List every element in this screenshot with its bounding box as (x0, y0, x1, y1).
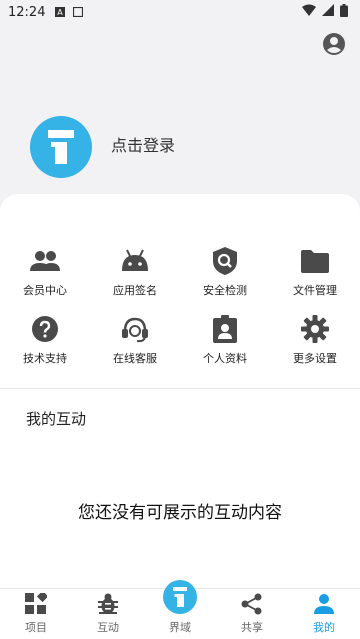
grid-item-label: 更多设置 (293, 352, 337, 365)
grid-item-profile[interactable]: 个人资料 (180, 314, 270, 382)
main-card: 会员中心 应用签名 安全检测 文件管理 技术支持 在线客服 个人资料 更多设置 … (0, 194, 360, 588)
avatar[interactable] (30, 116, 92, 178)
person-icon (312, 592, 336, 616)
info-icon (163, 580, 197, 614)
grid-item-security[interactable]: 安全检测 (180, 246, 270, 314)
section-title: 我的互动 (26, 410, 87, 428)
members-icon (30, 246, 60, 276)
nav-item-projects[interactable]: 项目 (0, 589, 72, 639)
grid-item-label: 应用签名 (113, 284, 157, 297)
info-icon (48, 130, 74, 164)
empty-state-message: 您还没有可展示的互动内容 (78, 503, 282, 523)
nav-item-share[interactable]: 共享 (216, 589, 288, 639)
folder-icon (300, 246, 330, 276)
grid-item-label: 会员中心 (23, 284, 67, 297)
status-time: 12:24 (8, 4, 46, 20)
nav-item-label: 互动 (97, 621, 119, 634)
grid-item-label: 文件管理 (293, 284, 337, 297)
grid-item-label: 技术支持 (23, 352, 67, 365)
divider (0, 388, 360, 389)
grid-item-members[interactable]: 会员中心 (0, 246, 90, 314)
battery-icon (340, 3, 348, 21)
notification-square-icon (73, 7, 84, 17)
profile-header: 点击登录 (0, 24, 360, 202)
grid-item-support[interactable]: 技术支持 (0, 314, 90, 382)
notification-a-icon: A (55, 7, 66, 17)
nav-item-label: 项目 (25, 621, 47, 634)
status-bar: 12:24 A (0, 0, 360, 24)
android-icon (120, 246, 150, 276)
login-link[interactable]: 点击登录 (111, 132, 175, 156)
headset-icon (120, 314, 150, 344)
grid-item-label: 个人资料 (203, 352, 247, 365)
svg-text:A: A (58, 8, 64, 17)
security-scan-icon (210, 246, 240, 276)
profile-card-icon (210, 314, 240, 344)
grid-item-settings[interactable]: 更多设置 (270, 314, 360, 382)
grid-item-app-sign[interactable]: 应用签名 (90, 246, 180, 314)
signal-icon (322, 4, 334, 20)
bottom-nav: 项目 互动 界域 共享 我的 (0, 580, 360, 639)
grid-item-label: 安全检测 (203, 284, 247, 297)
help-icon (30, 314, 60, 344)
bug-icon (96, 592, 120, 616)
apps-icon (24, 592, 48, 616)
nav-item-interaction[interactable]: 互动 (72, 589, 144, 639)
share-icon (240, 592, 264, 616)
grid-item-customer-service[interactable]: 在线客服 (90, 314, 180, 382)
nav-item-label: 界域 (169, 621, 191, 634)
grid-item-files[interactable]: 文件管理 (270, 246, 360, 314)
nav-item-label: 共享 (241, 621, 263, 634)
account-circle-icon[interactable] (322, 32, 346, 56)
nav-item-label: 我的 (313, 621, 335, 634)
wifi-icon (302, 4, 316, 20)
feature-grid: 会员中心 应用签名 安全检测 文件管理 技术支持 在线客服 个人资料 更多设置 (0, 246, 360, 382)
nav-item-mine[interactable]: 我的 (288, 589, 360, 639)
grid-item-label: 在线客服 (113, 352, 157, 365)
gear-icon (300, 314, 330, 344)
nav-item-realm[interactable]: 界域 (144, 580, 216, 639)
